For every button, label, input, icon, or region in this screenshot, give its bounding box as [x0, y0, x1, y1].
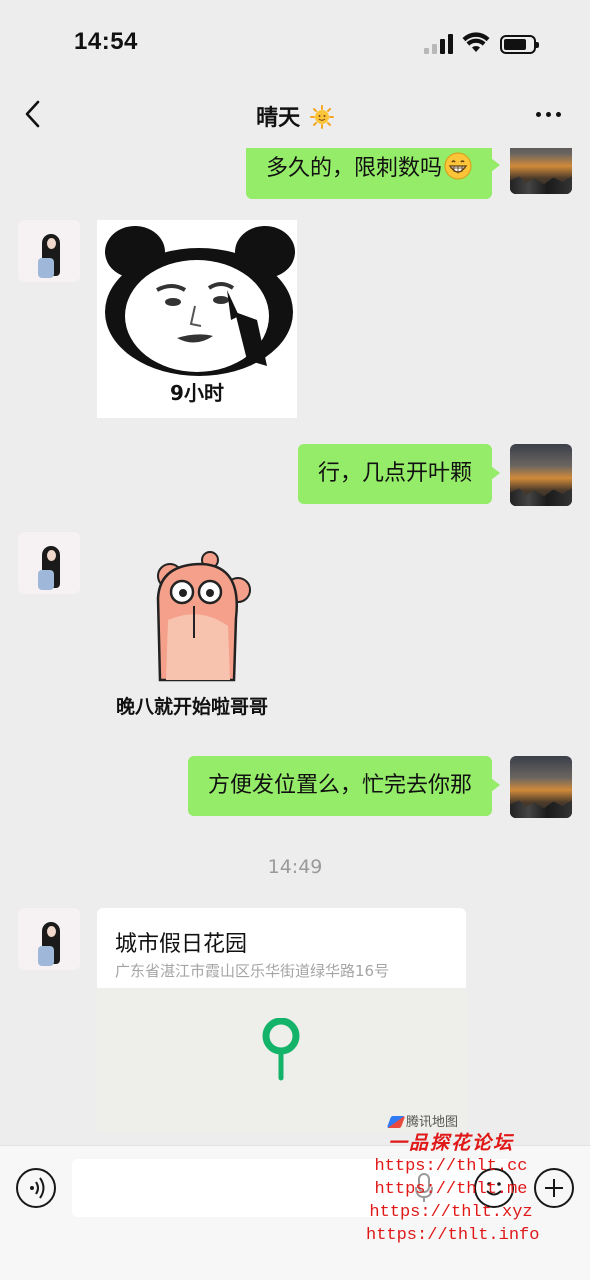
map-preview[interactable]: 腾讯地图 — [97, 988, 466, 1134]
message-list[interactable]: 多久的，限刺数吗 9小时 行，几点开叶颗 晚八就开始啦哥哥 方便发位置么，忙完去… — [0, 148, 590, 1145]
avatar-self[interactable] — [510, 444, 572, 506]
location-card[interactable]: 城市假日花园 广东省湛江市霞山区乐华街道绿华路16号 腾讯地图 — [97, 908, 466, 1134]
cellular-signal-icon — [424, 34, 454, 54]
sticker-caption: 9小时 — [170, 381, 224, 405]
location-name: 城市假日花园 — [115, 932, 248, 957]
forum-watermark: 一品探花论坛 https://thlt.cc https://thlt.me h… — [366, 1128, 540, 1247]
watermark-url: https://thlt.xyz — [369, 1203, 533, 1222]
message-bubble-self[interactable]: 方便发位置么，忙完去你那 — [187, 756, 501, 816]
location-address: 广东省湛江市霞山区乐华街道绿华路16号 — [115, 962, 390, 980]
more-options-icon[interactable] — [534, 106, 564, 122]
message-bubble-self[interactable]: 多久的，限刺数吗 — [245, 148, 501, 199]
avatar-self[interactable] — [510, 756, 572, 818]
battery-icon — [500, 35, 539, 54]
voice-wave-icon — [30, 1177, 45, 1199]
monkey-cartoon-image — [156, 551, 251, 682]
contact-name: 晴天 — [256, 106, 301, 131]
more-actions-plus-button[interactable] — [534, 1168, 574, 1208]
avatar-other[interactable] — [18, 220, 80, 282]
status-bar: 14:54 — [0, 0, 590, 80]
avatar-other[interactable] — [18, 532, 80, 594]
map-pin-icon — [262, 1018, 300, 1081]
watermark-url: https://thlt.cc — [374, 1157, 528, 1176]
timestamp-separator: 14:49 — [267, 856, 323, 878]
watermark-url: https://thlt.info — [366, 1226, 540, 1245]
chat-title: 晴天 — [0, 100, 590, 132]
panda-meme-sticker[interactable]: 9小时 — [97, 220, 297, 418]
wifi-icon — [462, 32, 490, 52]
avatar-other[interactable] — [18, 908, 80, 970]
avatar-self[interactable] — [510, 148, 572, 194]
message-text: 行，几点开叶颗 — [317, 461, 472, 486]
panda-face-image — [105, 226, 295, 376]
monkey-sticker[interactable]: 晚八就开始啦哥哥 — [110, 548, 290, 718]
watermark-url: https://thlt.me — [374, 1180, 528, 1199]
message-bubble-self[interactable]: 行，几点开叶颗 — [297, 444, 501, 504]
message-text: 多久的，限刺数吗 — [265, 156, 442, 181]
grinning-emoji-icon — [444, 152, 472, 180]
watermark-title: 一品探花论坛 — [387, 1132, 514, 1154]
sticker-caption: 晚八就开始啦哥哥 — [116, 696, 269, 718]
voice-mode-button[interactable] — [16, 1168, 56, 1208]
message-text: 方便发位置么，忙完去你那 — [207, 773, 472, 798]
status-time: 14:54 — [74, 28, 138, 55]
sun-emoji-icon — [309, 105, 334, 129]
nav-bar: 晴天 — [0, 80, 590, 148]
